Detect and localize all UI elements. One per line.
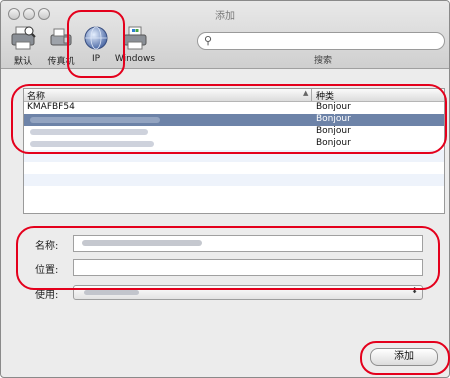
search-caption: 搜索 [313, 56, 332, 66]
use-label: 使用: [35, 290, 59, 301]
printer-kind: Bonjour [316, 102, 351, 112]
column-header-kind[interactable]: 种类 [316, 89, 334, 102]
windows-printer-icon [123, 26, 147, 50]
redacted-name-value [82, 240, 202, 246]
redacted-printer-name [30, 129, 148, 135]
redacted-printer-name [30, 141, 154, 147]
printer-name: KMAFBF54 [27, 102, 75, 112]
toolbar-windows-label: Windows [114, 54, 156, 64]
toolbar-ip-label: IP [91, 54, 101, 64]
ip-globe-icon [84, 26, 108, 50]
list-item[interactable]: Bonjour [24, 138, 444, 150]
default-printer-icon [11, 26, 36, 50]
location-input[interactable] [78, 260, 382, 276]
empty-row [24, 174, 444, 186]
list-item[interactable]: Bonjour [24, 114, 444, 126]
add-button[interactable]: 添加 [370, 348, 438, 366]
list-item[interactable]: Bonjour [24, 126, 444, 138]
window-title: 添加 [215, 11, 235, 22]
redacted-driver-value [84, 290, 139, 295]
column-header-name[interactable]: 名称 [27, 89, 45, 102]
driver-select[interactable]: ⬍ [73, 285, 423, 300]
printer-kind: Bonjour [316, 138, 351, 148]
empty-row [24, 150, 444, 162]
toolbar: 添加 默认 传真机 IP Windows ⚲ 搜索 [1, 1, 449, 69]
redacted-printer-name [30, 117, 160, 123]
sort-arrow-icon: ▲ [303, 89, 309, 97]
column-separator [311, 89, 312, 101]
toolbar-ip-button[interactable]: IP [74, 23, 118, 64]
name-field[interactable] [73, 235, 423, 252]
location-label: 位置: [35, 265, 59, 276]
printer-list[interactable]: 名称 ▲ 种类 KMAFBF54 Bonjour Bonjour Bonjour… [23, 88, 445, 214]
add-printer-window: 添加 默认 传真机 IP Windows ⚲ 搜索 名称 ▲ 种类 KMAFBF… [0, 0, 450, 378]
search-icon: ⚲ [204, 34, 213, 47]
printer-kind: Bonjour [316, 126, 351, 136]
list-header: 名称 ▲ 种类 [24, 89, 444, 102]
printer-kind: Bonjour [316, 114, 351, 124]
up-down-arrows-icon: ⬍ [411, 286, 418, 295]
name-label: 名称: [35, 241, 59, 252]
fax-icon [50, 28, 72, 46]
search-field[interactable]: ⚲ [197, 32, 445, 50]
search-input[interactable] [220, 34, 434, 49]
toolbar-windows-button[interactable]: Windows [113, 23, 157, 64]
location-field[interactable] [73, 259, 423, 276]
list-item[interactable]: KMAFBF54 Bonjour [24, 102, 444, 114]
